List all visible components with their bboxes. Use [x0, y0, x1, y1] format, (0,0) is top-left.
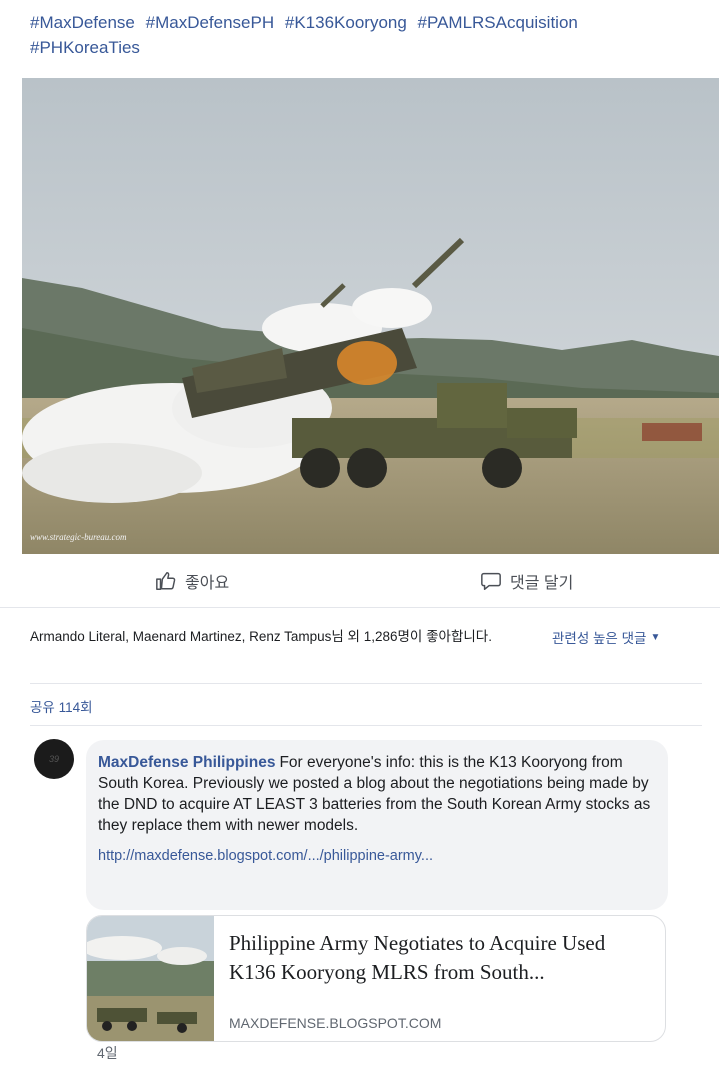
divider	[30, 725, 702, 726]
sort-label: 관련성 높은 댓글	[552, 631, 647, 646]
hashtag-link[interactable]: #PHKoreaTies	[30, 38, 140, 57]
caret-down-icon: ▼	[650, 631, 661, 643]
comment-link[interactable]: http://maxdefense.blogspot.com/.../phili…	[98, 848, 656, 864]
divider	[30, 683, 702, 684]
hashtag-link[interactable]: #MaxDefensePH	[146, 13, 275, 32]
link-domain: MAXDEFENSE.BLOGSPOT.COM	[229, 1015, 442, 1031]
post-photo[interactable]: www.strategic-bureau.com	[22, 78, 719, 554]
comment-sort-dropdown[interactable]: 관련성 높은 댓글 ▼	[552, 627, 660, 647]
post-action-bar: 좋아요 댓글 달기	[0, 555, 720, 608]
post-hashtags: #MaxDefense #MaxDefensePH #K136Kooryong …	[30, 10, 690, 60]
avatar[interactable]: 39	[34, 739, 74, 779]
like-button[interactable]: 좋아요	[155, 569, 229, 593]
link-title: Philippine Army Negotiates to Acquire Us…	[229, 931, 606, 984]
link-thumbnail	[87, 916, 214, 1041]
comment-author[interactable]: MaxDefense Philippines	[98, 754, 275, 771]
share-count[interactable]: 공유 114회	[30, 696, 93, 716]
avatar-mark: 39	[48, 754, 59, 764]
image-watermark: www.strategic-bureau.com	[30, 532, 127, 542]
comment-timestamp[interactable]: 4일	[97, 1043, 118, 1063]
rocket-launch-image: www.strategic-bureau.com	[22, 78, 719, 554]
comment-button[interactable]: 댓글 달기	[480, 569, 573, 593]
comment-text-block: MaxDefense Philippines For everyone's inf…	[98, 752, 656, 836]
hashtag-link[interactable]: #PAMLRSAcquisition	[418, 13, 578, 32]
likes-summary[interactable]: Armando Literal, Maenard Martinez, Renz …	[30, 627, 520, 647]
hashtag-link[interactable]: #K136Kooryong	[285, 13, 407, 32]
comment-label: 댓글 달기	[510, 575, 574, 592]
comment-bubble: MaxDefense Philippines For everyone's inf…	[86, 740, 668, 910]
thumbs-up-icon	[156, 572, 176, 590]
like-label: 좋아요	[185, 575, 230, 592]
comment-bubble-icon	[481, 572, 501, 590]
link-preview-card[interactable]: Philippine Army Negotiates to Acquire Us…	[86, 915, 666, 1042]
hashtag-link[interactable]: #MaxDefense	[30, 13, 135, 32]
